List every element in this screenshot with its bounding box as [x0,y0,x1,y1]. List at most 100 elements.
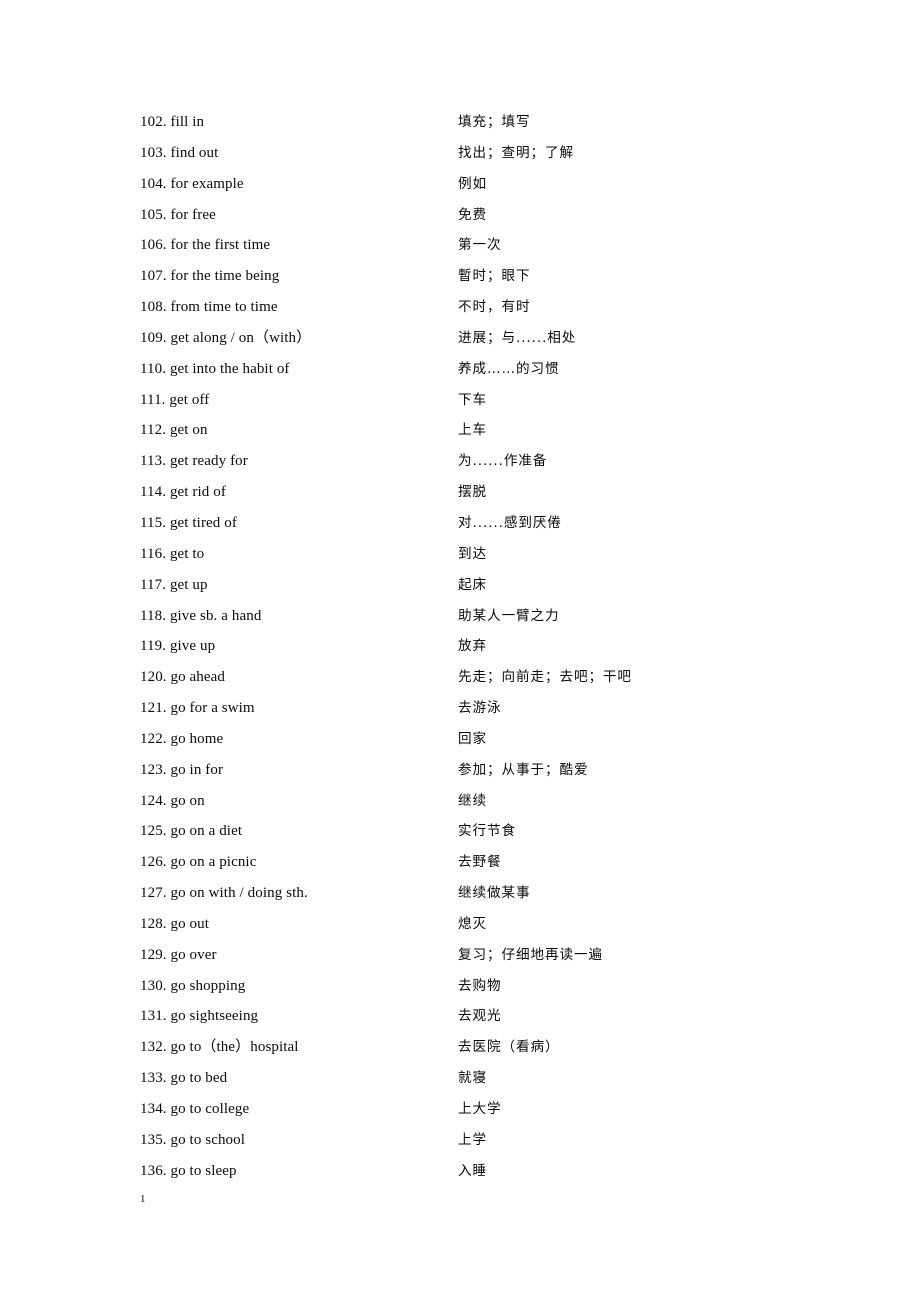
phrase-entry-row: 102. fill in 填充；填写 [140,107,840,138]
phrase-entry-row: 117. get up 起床 [140,570,840,601]
phrase-entry-row: 128. go out 熄灭 [140,909,840,940]
phrase-chinese: 上学 [458,1131,487,1148]
phrase-chinese: 就寝 [458,1070,487,1087]
phrase-entry-row: 124. go on 继续 [140,786,840,817]
phrase-english: 122. go home [140,730,224,747]
phrase-chinese: 熄灭 [458,915,487,932]
phrase-chinese: 暫时；眼下 [458,268,531,285]
phrase-english: 136. go to sleep [140,1162,237,1179]
phrase-chinese: 对......感到厌倦 [458,514,562,531]
phrase-entry-row: 125. go on a diet 实行节食 [140,816,840,847]
phrase-entry-row: 120. go ahead 先走；向前走；去吧；干吧 [140,662,840,693]
phrase-entry-row: 129. go over 复习；仔细地再读一遍 [140,940,840,971]
phrase-english: 134. go to college [140,1101,250,1117]
phrase-chinese: 免费 [458,206,487,223]
phrase-entry-row: 126. go on a picnic 去野餐 [140,847,840,878]
phrase-entry-row: 130. go shopping 去购物 [140,971,840,1002]
phrase-entry-row: 108. from time to time 不时，有时 [140,292,840,323]
phrase-entry-row: 113. get ready for 为......作准备 [140,446,840,477]
phrase-entry-row: 109. get along / on（with） 进展；与......相处 [140,323,840,354]
phrase-entry-row: 104. for example 例如 [140,169,840,200]
phrase-chinese: 继续做某事 [458,885,531,902]
phrase-english: 123. go in for [140,761,224,778]
phrase-chinese: 先走；向前走；去吧；干吧 [458,669,632,686]
phrase-chinese: 找出；查明；了解 [458,144,574,161]
phrase-english: 126. go on a picnic [140,854,257,871]
phrase-english: 120. go ahead [140,669,226,686]
phrase-english: 112. get on [140,422,208,439]
phrase-english: 110. get into the habit of [140,360,290,377]
phrase-english: 117. get up [140,576,208,593]
document-page: 102. fill in 填充；填写 103. find out 找出；查明；了解 10… [0,0,920,1302]
phrase-english: 104. for example [140,175,244,192]
phrase-entry-row: 119. give up 放弃 [140,631,840,662]
phrase-chinese: 起床 [458,576,487,593]
phrase-entry-row: 136. go to sleep 入睡 [140,1156,840,1187]
phrase-chinese: 不时，有时 [458,299,531,316]
phrase-chinese: 入睡 [458,1162,487,1179]
phrase-entry-row: 116. get to 到达 [140,539,840,570]
phrase-english: 135. go to school [140,1131,246,1148]
phrase-english: 121. go for a swim [140,700,255,717]
phrase-english: 128. go out [140,915,210,932]
phrase-entry-row: 107. for the time being 暫时；眼下 [140,261,840,292]
phrase-chinese: 上大学 [458,1101,502,1117]
phrase-entry-row: 133. go to bed 就寝 [140,1063,840,1094]
phrase-chinese: 复习；仔细地再读一遍 [458,946,603,963]
phrase-entry-row: 121. go for a swim 去游泳 [140,693,840,724]
phrase-entry-row: 111. get off 下车 [140,385,840,416]
page-number: 1 [140,1193,146,1205]
phrase-entry-row: 135. go to school 上学 [140,1125,840,1156]
phrase-chinese: 例如 [458,175,487,192]
phrase-entry-row: 103. find out 找出；查明；了解 [140,138,840,169]
phrase-chinese: 养成……的习惯 [458,360,560,377]
phrase-chinese: 去游泳 [458,700,502,717]
phrase-english: 108. from time to time [140,299,278,316]
phrase-english: 130. go shopping [140,977,246,994]
phrase-entry-row: 110. get into the habit of 养成……的习惯 [140,354,840,385]
phrase-entry-row: 115. get tired of 对......感到厌倦 [140,508,840,539]
phrase-chinese: 实行节食 [458,823,516,840]
phrase-entry-row: 131. go sightseeing 去观光 [140,1001,840,1032]
phrase-chinese: 填充；填写 [458,114,531,130]
phrase-entry-row: 112. get on 上车 [140,415,840,446]
phrase-entry-list: 102. fill in 填充；填写 103. find out 找出；查明；了解 10… [140,107,840,1187]
phrase-english: 116. get to [140,545,205,562]
phrase-chinese: 参加；从事于；酷爱 [458,761,589,778]
phrase-chinese: 为......作准备 [458,453,548,470]
phrase-chinese: 进展；与......相处 [458,329,577,346]
phrase-entry-row: 134. go to college 上大学 [140,1094,840,1125]
phrase-english: 102. fill in [140,114,205,130]
phrase-entry-row: 123. go in for 参加；从事于；酷爱 [140,755,840,786]
phrase-chinese: 继续 [458,792,487,809]
phrase-chinese: 放弃 [458,638,487,655]
phrase-entry-row: 127. go on with / doing sth. 继续做某事 [140,878,840,909]
phrase-entry-row: 105. for free 免费 [140,200,840,231]
phrase-english: 115. get tired of [140,514,237,531]
phrase-chinese: 去野餐 [458,854,502,871]
phrase-english: 113. get ready for [140,453,248,470]
phrase-english: 129. go over [140,946,217,963]
phrase-chinese: 回家 [458,730,487,747]
phrase-entry-row: 118. give sb. a hand 助某人一臂之力 [140,601,840,632]
phrase-chinese: 摆脱 [458,484,487,501]
phrase-english: 127. go on with / doing sth. [140,885,308,902]
phrase-english: 109. get along / on（with） [140,329,312,346]
phrase-chinese: 到达 [458,545,487,562]
phrase-chinese: 去观光 [458,1008,502,1025]
phrase-chinese: 上车 [458,422,487,439]
phrase-english: 133. go to bed [140,1070,228,1087]
phrase-chinese: 下车 [458,391,487,408]
phrase-english: 125. go on a diet [140,823,243,840]
phrase-chinese: 去购物 [458,977,502,994]
phrase-entry-row: 122. go home 回家 [140,724,840,755]
phrase-english: 105. for free [140,206,216,223]
phrase-chinese: 第一次 [458,237,502,254]
phrase-english: 107. for the time being [140,268,280,285]
phrase-english: 124. go on [140,792,205,809]
phrase-english: 132. go to（the）hospital [140,1039,299,1056]
phrase-english: 114. get rid of [140,484,226,501]
phrase-english: 106. for the first time [140,237,271,254]
phrase-english: 119. give up [140,638,216,655]
phrase-english: 118. give sb. a hand [140,607,262,624]
